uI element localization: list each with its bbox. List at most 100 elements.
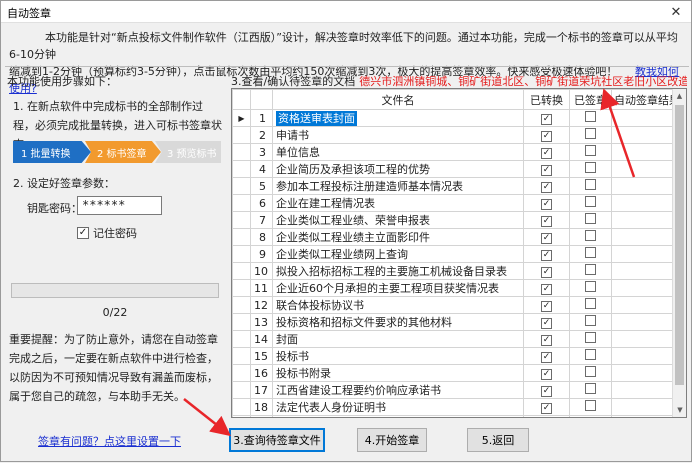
signed-checkbox[interactable] [585,213,596,224]
converted-checkbox[interactable]: ✓ [541,335,552,346]
signed-checkbox[interactable] [585,162,596,173]
table-row[interactable]: 15 投标书 ✓ [232,347,674,365]
close-icon[interactable]: ✕ [661,1,691,23]
converted-checkbox[interactable]: ✓ [541,182,552,193]
converted-checkbox[interactable]: ✓ [541,216,552,227]
scrollbar-thumb[interactable] [675,105,684,385]
table-row[interactable]: 3 单位信息 ✓ [232,143,674,161]
signed-checkbox[interactable] [585,128,596,139]
converted-checkbox[interactable]: ✓ [541,403,552,414]
signed-cell[interactable] [569,381,612,399]
converted-cell[interactable]: ✓ [523,398,570,416]
row-filename[interactable]: 企业类似工程业绩网上查询 [272,245,524,263]
table-row[interactable]: 6 企业在建工程情况表 ✓ [232,194,674,212]
converted-cell[interactable]: ✓ [523,160,570,178]
row-filename[interactable]: 法定代表人授权委托书 [272,415,524,417]
row-filename[interactable]: 企业简历及承担该项工程的优势 [272,160,524,178]
signed-cell[interactable] [569,262,612,280]
signed-cell[interactable] [569,398,612,416]
remember-checkbox[interactable]: ✓ [77,227,89,239]
table-row[interactable]: 13 投标资格和招标文件要求的其他材料 ✓ [232,313,674,331]
signed-checkbox[interactable] [585,264,596,275]
converted-cell[interactable]: ✓ [523,347,570,365]
table-row[interactable]: 18 法定代表人身份证明书 ✓ [232,398,674,416]
scroll-down-icon[interactable]: ▼ [673,403,686,417]
converted-cell[interactable]: ✓ [523,245,570,263]
table-row[interactable]: 17 江西省建设工程要约价响应承诺书 ✓ [232,381,674,399]
converted-checkbox[interactable]: ✓ [541,352,552,363]
signed-cell[interactable] [569,330,612,348]
converted-cell[interactable]: ✓ [523,109,570,127]
converted-checkbox[interactable]: ✓ [541,131,552,142]
converted-cell[interactable]: ✓ [523,330,570,348]
converted-checkbox[interactable]: ✓ [541,148,552,159]
signed-cell[interactable] [569,143,612,161]
table-row[interactable]: ▶ 1 资格送审表封面 ✓ [232,109,674,127]
table-row[interactable]: 14 封面 ✓ [232,330,674,348]
vertical-scrollbar[interactable]: ▲ ▼ [672,89,686,417]
converted-checkbox[interactable]: ✓ [541,114,552,125]
signed-cell[interactable] [569,313,612,331]
remember-password[interactable]: ✓ 记住密码 [77,225,137,241]
table-row[interactable]: 12 联合体投标协议书 ✓ [232,296,674,314]
signed-checkbox[interactable] [585,281,596,292]
signed-cell[interactable] [569,194,612,212]
title-bar[interactable]: 自动签章 ✕ [1,1,691,23]
converted-cell[interactable]: ✓ [523,194,570,212]
signed-cell[interactable] [569,296,612,314]
table-row[interactable]: 2 申请书 ✓ [232,126,674,144]
table-row[interactable]: 9 企业类似工程业绩网上查询 ✓ [232,245,674,263]
signed-cell[interactable] [569,211,612,229]
column-header-converted[interactable]: 已转换 [523,89,570,110]
signed-checkbox[interactable] [585,298,596,309]
signed-checkbox[interactable] [585,111,596,122]
converted-cell[interactable]: ✓ [523,143,570,161]
row-filename[interactable]: 企业类似工程业绩主立面影印件 [272,228,524,246]
row-filename[interactable]: 投标书附录 [272,364,524,382]
row-filename[interactable]: 参加本工程投标注册建造师基本情况表 [272,177,524,195]
sign-problem-link[interactable]: 签章有问题？点这里设置一下 [38,433,181,449]
table-row[interactable]: 7 企业类似工程业绩、荣誉申报表 ✓ [232,211,674,229]
row-filename[interactable]: 封面 [272,330,524,348]
signed-cell[interactable] [569,177,612,195]
signed-checkbox[interactable] [585,247,596,258]
table-row[interactable]: 5 参加本工程投标注册建造师基本情况表 ✓ [232,177,674,195]
converted-checkbox[interactable]: ✓ [541,301,552,312]
converted-cell[interactable]: ✓ [523,313,570,331]
row-filename[interactable]: 企业在建工程情况表 [272,194,524,212]
table-row[interactable]: 10 拟投入招标招标工程的主要施工机械设备目录表 ✓ [232,262,674,280]
converted-checkbox[interactable]: ✓ [541,267,552,278]
column-header-filename[interactable]: 文件名 [272,89,524,110]
signed-checkbox[interactable] [585,315,596,326]
signed-checkbox[interactable] [585,383,596,394]
converted-cell[interactable]: ✓ [523,228,570,246]
converted-checkbox[interactable]: ✓ [541,165,552,176]
table-row[interactable]: 11 企业近60个月承担的主要工程项目获奖情况表 ✓ [232,279,674,297]
back-button[interactable]: 5.返回 [467,428,529,452]
signed-cell[interactable] [569,228,612,246]
converted-checkbox[interactable]: ✓ [541,199,552,210]
row-filename[interactable]: 申请书 [272,126,524,144]
converted-cell[interactable]: ✓ [523,211,570,229]
row-filename[interactable]: 拟投入招标招标工程的主要施工机械设备目录表 [272,262,524,280]
row-filename[interactable]: 投标书 [272,347,524,365]
row-filename[interactable]: 企业近60个月承担的主要工程项目获奖情况表 [272,279,524,297]
signed-checkbox[interactable] [585,417,596,418]
signed-cell[interactable] [569,245,612,263]
password-field[interactable]: ****** [77,196,162,215]
signed-checkbox[interactable] [585,349,596,360]
converted-cell[interactable]: ✓ [523,279,570,297]
table-row[interactable]: 16 投标书附录 ✓ [232,364,674,382]
signed-cell[interactable] [569,279,612,297]
converted-cell[interactable]: ✓ [523,177,570,195]
converted-checkbox[interactable]: ✓ [541,386,552,397]
row-filename[interactable]: 江西省建设工程要约价响应承诺书 [272,381,524,399]
row-filename[interactable]: 资格送审表封面 [272,109,524,127]
signed-cell[interactable] [569,126,612,144]
table-row[interactable]: 8 企业类似工程业绩主立面影印件 ✓ [232,228,674,246]
signed-checkbox[interactable] [585,145,596,156]
review-documents-button[interactable]: 3.查询待签章文件 [229,428,325,452]
signed-cell[interactable] [569,160,612,178]
signed-checkbox[interactable] [585,179,596,190]
column-header-signed[interactable]: 已签章 [569,89,612,110]
